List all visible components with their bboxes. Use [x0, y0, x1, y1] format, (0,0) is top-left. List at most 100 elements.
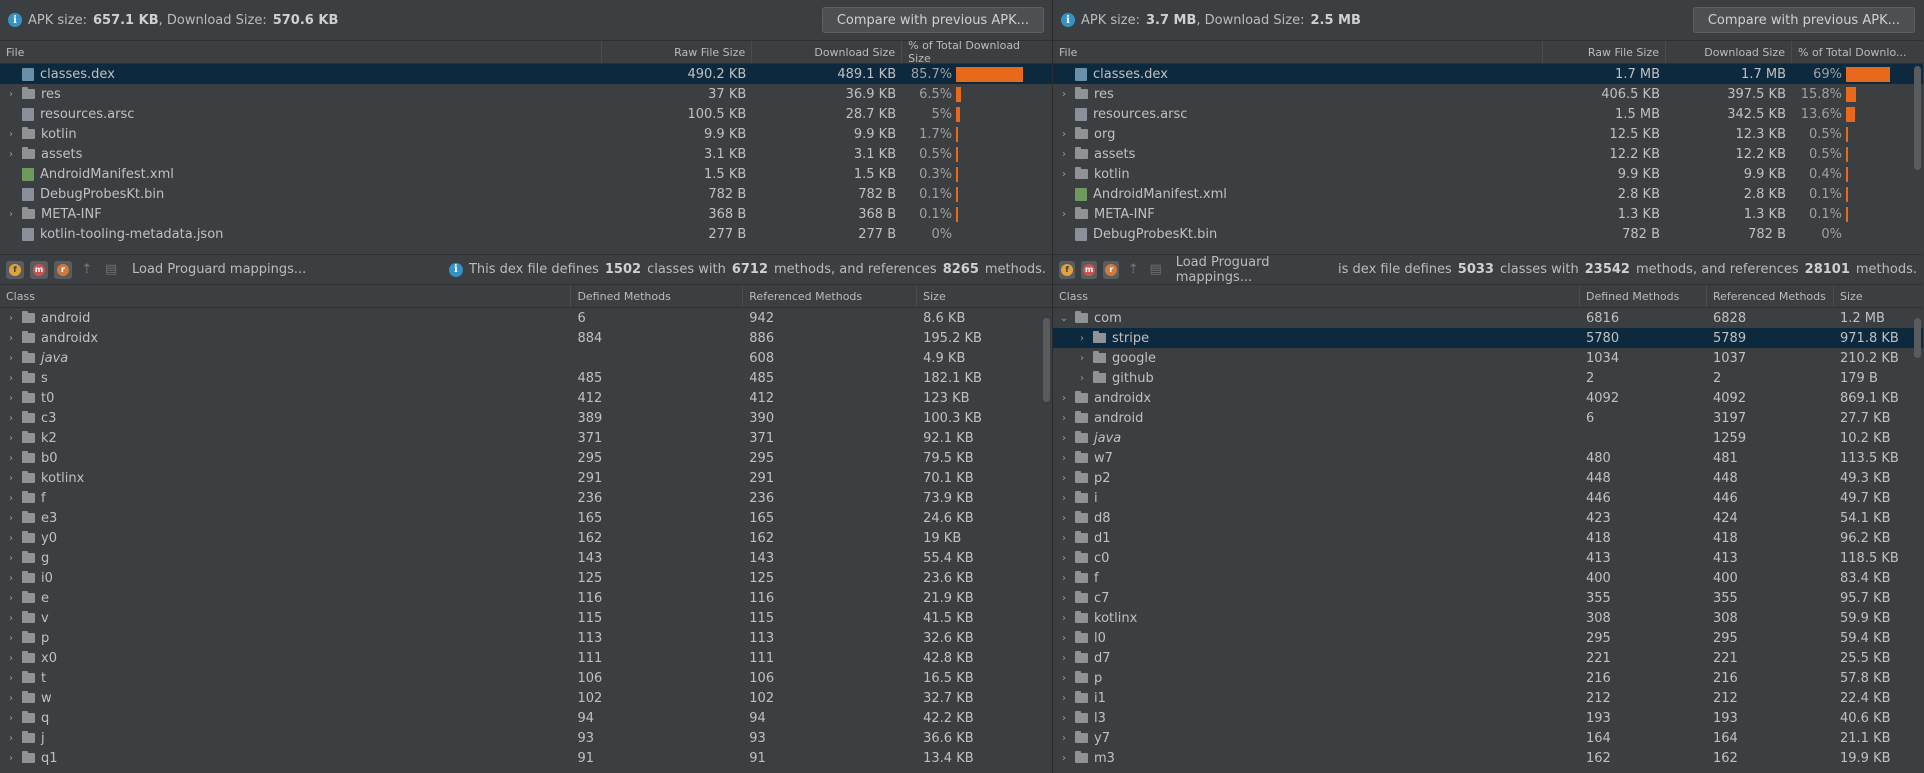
chevron-right-icon[interactable]: › [6, 553, 16, 564]
chevron-right-icon[interactable]: › [6, 613, 16, 624]
chevron-right-icon[interactable]: › [6, 473, 16, 484]
chevron-right-icon[interactable]: › [6, 333, 16, 344]
class-row[interactable]: › p 216 216 57.8 KB [1053, 668, 1923, 688]
column-header-class[interactable]: Class [1053, 285, 1580, 307]
class-row[interactable]: › kotlinx 308 308 59.9 KB [1053, 608, 1923, 628]
chevron-right-icon[interactable]: › [6, 413, 16, 424]
chevron-right-icon[interactable]: › [1059, 633, 1069, 644]
class-row[interactable]: › x0 111 111 42.8 KB [0, 648, 1052, 668]
class-row[interactable]: ⌄ com 6816 6828 1.2 MB [1053, 308, 1923, 328]
chevron-right-icon[interactable]: › [6, 493, 16, 504]
class-row[interactable]: › i 446 446 49.7 KB [1053, 488, 1923, 508]
show-removed-nodes-icon[interactable]: ⇡ [1125, 261, 1141, 279]
class-row[interactable]: › p2 448 448 49.3 KB [1053, 468, 1923, 488]
file-row[interactable]: › org 12.5 KB 12.3 KB 0.5% [1053, 124, 1923, 144]
show-references-icon[interactable]: r [1103, 260, 1120, 279]
file-row[interactable]: classes.dex 1.7 MB 1.7 MB 69% [1053, 64, 1923, 84]
load-proguard-link[interactable]: Load Proguard mappings... [1176, 255, 1332, 285]
column-header-raw-size[interactable]: Raw File Size [1543, 41, 1666, 63]
file-row[interactable]: › res 406.5 KB 397.5 KB 15.8% [1053, 84, 1923, 104]
compare-button[interactable]: Compare with previous APK... [821, 7, 1044, 33]
column-header-download-size[interactable]: Download Size [1666, 41, 1792, 63]
chevron-right-icon[interactable]: › [1059, 753, 1069, 764]
class-row[interactable]: › e 116 116 21.9 KB [0, 588, 1052, 608]
load-proguard-link[interactable]: Load Proguard mappings... [132, 262, 306, 277]
file-row[interactable]: DebugProbesKt.bin 782 B 782 B 0% [1053, 224, 1923, 244]
class-row[interactable]: › d7 221 221 25.5 KB [1053, 648, 1923, 668]
class-row[interactable]: › androidx 4092 4092 869.1 KB [1053, 388, 1923, 408]
class-row[interactable]: › b0 295 295 79.5 KB [0, 448, 1052, 468]
chevron-right-icon[interactable]: › [1059, 673, 1069, 684]
class-row[interactable]: › androidx 884 886 195.2 KB [0, 328, 1052, 348]
column-header-size[interactable]: Size [917, 285, 1052, 307]
class-row[interactable]: › e3 165 165 24.6 KB [0, 508, 1052, 528]
chevron-right-icon[interactable]: › [1059, 473, 1069, 484]
file-row[interactable]: resources.arsc 1.5 MB 342.5 KB 13.6% [1053, 104, 1923, 124]
chevron-right-icon[interactable]: › [1059, 413, 1069, 424]
chevron-right-icon[interactable]: › [1059, 393, 1069, 404]
class-row[interactable]: › f 400 400 83.4 KB [1053, 568, 1923, 588]
file-row[interactable]: classes.dex 490.2 KB 489.1 KB 85.7% [0, 64, 1052, 84]
chevron-right-icon[interactable]: › [1059, 713, 1069, 724]
file-row[interactable]: resources.arsc 100.5 KB 28.7 KB 5% [0, 104, 1052, 124]
chevron-right-icon[interactable]: › [1077, 373, 1087, 384]
class-row[interactable]: › y0 162 162 19 KB [0, 528, 1052, 548]
class-row[interactable]: › k2 371 371 92.1 KB [0, 428, 1052, 448]
file-row[interactable]: › res 37 KB 36.9 KB 6.5% [0, 84, 1052, 104]
file-row[interactable]: › META-INF 1.3 KB 1.3 KB 0.1% [1053, 204, 1923, 224]
class-row[interactable]: › d8 423 424 54.1 KB [1053, 508, 1923, 528]
chevron-right-icon[interactable]: › [6, 353, 16, 364]
chevron-right-icon[interactable]: › [1059, 209, 1069, 220]
chevron-right-icon[interactable]: › [1059, 693, 1069, 704]
class-row[interactable]: › q 94 94 42.2 KB [0, 708, 1052, 728]
column-header-percent[interactable]: % of Total Download Size [902, 39, 1052, 65]
chevron-down-icon[interactable]: ⌄ [1059, 313, 1069, 324]
show-removed-nodes-icon[interactable]: ⇡ [78, 261, 96, 279]
class-row[interactable]: › l0 295 295 59.4 KB [1053, 628, 1923, 648]
class-row[interactable]: › java 608 4.9 KB [0, 348, 1052, 368]
chevron-right-icon[interactable]: › [6, 513, 16, 524]
chevron-right-icon[interactable]: › [6, 573, 16, 584]
class-row[interactable]: › android 6 3197 27.7 KB [1053, 408, 1923, 428]
chevron-right-icon[interactable]: › [1059, 149, 1069, 160]
class-row[interactable]: › github 2 2 179 B [1053, 368, 1923, 388]
chevron-right-icon[interactable]: › [6, 753, 16, 764]
column-header-class[interactable]: Class [0, 285, 572, 307]
chevron-right-icon[interactable]: › [6, 673, 16, 684]
column-header-file[interactable]: File [1053, 41, 1543, 63]
column-header-defined-methods[interactable]: Defined Methods [571, 285, 744, 307]
class-row[interactable]: › c3 389 390 100.3 KB [0, 408, 1052, 428]
show-references-icon[interactable]: r [54, 260, 72, 279]
deobfuscate-icon[interactable]: ▤ [102, 261, 120, 279]
chevron-right-icon[interactable]: › [6, 89, 16, 100]
chevron-right-icon[interactable]: › [1059, 593, 1069, 604]
class-row[interactable]: › google 1034 1037 210.2 KB [1053, 348, 1923, 368]
class-row[interactable]: › y7 164 164 21.1 KB [1053, 728, 1923, 748]
show-fields-icon[interactable]: f [1059, 260, 1076, 279]
scrollbar[interactable] [1914, 318, 1921, 358]
chevron-right-icon[interactable]: › [6, 733, 16, 744]
chevron-right-icon[interactable]: › [1059, 513, 1069, 524]
chevron-right-icon[interactable]: › [1059, 129, 1069, 140]
chevron-right-icon[interactable]: › [6, 453, 16, 464]
column-header-referenced-methods[interactable]: Referenced Methods [1707, 285, 1834, 307]
column-header-file[interactable]: File [0, 41, 603, 63]
class-row[interactable]: › w7 480 481 113.5 KB [1053, 448, 1923, 468]
class-row[interactable]: › c7 355 355 95.7 KB [1053, 588, 1923, 608]
file-row[interactable]: › kotlin 9.9 KB 9.9 KB 1.7% [0, 124, 1052, 144]
class-row[interactable]: › j 93 93 36.6 KB [0, 728, 1052, 748]
class-row[interactable]: › i0 125 125 23.6 KB [0, 568, 1052, 588]
chevron-right-icon[interactable]: › [6, 393, 16, 404]
class-row[interactable]: › q1 91 91 13.4 KB [0, 748, 1052, 768]
chevron-right-icon[interactable]: › [1059, 169, 1069, 180]
chevron-right-icon[interactable]: › [6, 373, 16, 384]
column-header-referenced-methods[interactable]: Referenced Methods [743, 285, 918, 307]
chevron-right-icon[interactable]: › [6, 209, 16, 220]
column-header-size[interactable]: Size [1834, 285, 1922, 307]
chevron-right-icon[interactable]: › [1059, 573, 1069, 584]
chevron-right-icon[interactable]: › [6, 313, 16, 324]
class-row[interactable]: › v 115 115 41.5 KB [0, 608, 1052, 628]
file-row[interactable]: › assets 12.2 KB 12.2 KB 0.5% [1053, 144, 1923, 164]
class-row[interactable]: › android 6 942 8.6 KB [0, 308, 1052, 328]
class-row[interactable]: › java 1259 10.2 KB [1053, 428, 1923, 448]
